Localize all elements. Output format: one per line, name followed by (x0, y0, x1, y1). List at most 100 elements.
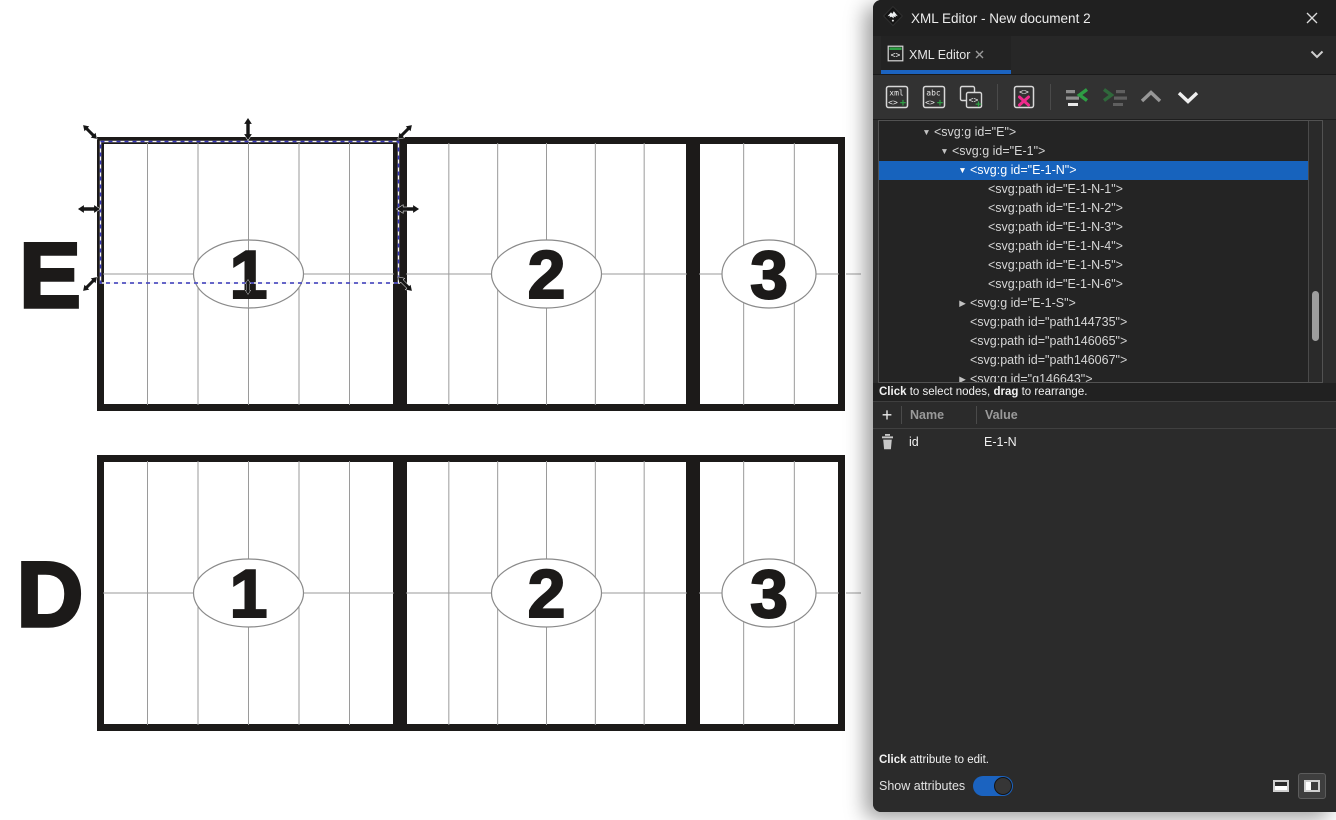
duplicate-node-button[interactable]: <> + (955, 81, 987, 113)
tree-node[interactable]: ▼<svg:g id="E-1"> (879, 142, 1308, 161)
tree-node[interactable]: ▼<svg:g id="E"> (879, 123, 1308, 142)
toolbar-separator (997, 84, 998, 110)
duplicate-node-icon: <> + (957, 83, 985, 111)
row-label[interactable]: E (19, 225, 80, 327)
tree-node-label: <svg:path id="E-1-N-4"> (988, 237, 1123, 256)
svg-text:<>: <> (891, 51, 901, 60)
tree-status: Click to select nodes, drag to rearrange… (873, 383, 1336, 401)
expander-spacer (955, 332, 970, 351)
expander-spacer (973, 218, 988, 237)
section-number[interactable]: 1 (230, 556, 268, 632)
scale-handle-top-left[interactable] (81, 123, 100, 142)
tab-xml-editor[interactable]: <> XML Editor (881, 36, 1011, 74)
svg-text:+: + (900, 98, 906, 110)
tree-status-bold1: Click (879, 386, 907, 398)
tree-node[interactable]: <svg:path id="E-1-N-3"> (879, 218, 1308, 237)
tree-node-label: <svg:path id="path144735"> (970, 313, 1127, 332)
section-number[interactable]: 1 (230, 237, 268, 313)
dialog-titlebar[interactable]: XML Editor - New document 2 (873, 0, 1336, 36)
attributes-header: + Name Value (873, 402, 1336, 429)
expander-spacer (973, 237, 988, 256)
delete-node-icon: <> (1010, 83, 1038, 111)
section-number[interactable]: 2 (528, 237, 566, 313)
tree-node[interactable]: <svg:path id="E-1-N-1"> (879, 180, 1308, 199)
unindent-node-button[interactable] (1061, 81, 1093, 113)
tree-status-text1: to select nodes, (907, 386, 994, 398)
tree-node-label: <svg:path id="E-1-N-6"> (988, 275, 1123, 294)
dialog-bottombar: Show attributes (873, 768, 1336, 812)
tree-node[interactable]: <svg:path id="path146065"> (879, 332, 1308, 351)
expander-closed-icon[interactable]: ▶ (955, 294, 970, 313)
svg-text:<>: <> (1019, 88, 1029, 97)
section-number[interactable]: 3 (750, 556, 788, 632)
indent-node-button[interactable] (1098, 81, 1130, 113)
inkscape-window: 1 2 3 E 1 2 3 D XML Editor - New document 2 (0, 0, 1336, 820)
tree-node[interactable]: ▶<svg:g id="E-1-S"> (879, 294, 1308, 313)
attribute-status: Click attribute to edit. (873, 752, 1336, 768)
attr-status-text: attribute to edit. (907, 754, 989, 766)
new-text-node-button[interactable]: abc <> + (918, 81, 950, 113)
drawing-canvas[interactable]: 1 2 3 E 1 2 3 D (0, 0, 876, 820)
tree-node[interactable]: <svg:path id="E-1-N-4"> (879, 237, 1308, 256)
row-label[interactable]: D (17, 544, 83, 646)
trash-icon (881, 434, 894, 450)
layout-vertical-button[interactable] (1298, 773, 1326, 799)
expander-open-icon[interactable]: ▼ (919, 123, 934, 142)
expander-spacer (955, 351, 970, 370)
tree-node[interactable]: ▼<svg:g id="E-1-N"> (879, 161, 1308, 180)
delete-attribute-button[interactable] (873, 434, 901, 450)
tree-node-label: <svg:g id="E-1-N"> (970, 161, 1077, 180)
layout-horizontal-button[interactable] (1268, 774, 1294, 798)
tab-close-icon[interactable] (975, 48, 984, 62)
xml-code-icon: <> (887, 45, 904, 65)
chevron-down-icon (1175, 86, 1201, 108)
add-attribute-button[interactable]: + (873, 403, 901, 427)
section-number[interactable]: 2 (528, 556, 566, 632)
section-number[interactable]: 3 (750, 237, 788, 313)
expander-open-icon[interactable]: ▼ (955, 161, 970, 180)
svg-text:+: + (937, 98, 943, 110)
row-D-group[interactable]: 1 2 3 D (17, 459, 861, 728)
expander-closed-icon[interactable]: ▶ (955, 370, 970, 382)
scale-handle-left[interactable] (78, 205, 100, 213)
tree-status-bold2: drag (993, 386, 1018, 398)
attribute-row[interactable]: id E-1-N (873, 429, 1336, 454)
expander-spacer (973, 275, 988, 294)
expander-spacer (973, 199, 988, 218)
tree-node-label: <svg:g id="E-1-S"> (970, 294, 1076, 313)
svg-text:+: + (975, 99, 981, 111)
panel-menu-chevron-icon[interactable] (1310, 46, 1324, 64)
delete-node-button[interactable]: <> (1008, 81, 1040, 113)
tree-scrollbar[interactable] (1308, 121, 1322, 382)
attribute-name[interactable]: id (901, 435, 976, 449)
tree-node[interactable]: <svg:path id="path144735"> (879, 313, 1308, 332)
tree-node[interactable]: ▶<svg:g id="g146643"> (879, 370, 1308, 382)
scale-handle-top[interactable] (244, 118, 252, 140)
tree-scrollbar-thumb[interactable] (1312, 291, 1319, 341)
svg-text:<>: <> (888, 98, 898, 107)
expander-spacer (955, 313, 970, 332)
dialog-title: XML Editor - New document 2 (911, 11, 1300, 26)
move-node-down-button[interactable] (1172, 81, 1204, 113)
tree-node-label: <svg:g id="g146643"> (970, 370, 1093, 382)
expander-open-icon[interactable]: ▼ (937, 142, 952, 161)
scale-handle-bottom-left[interactable] (81, 275, 100, 294)
tree-node[interactable]: <svg:path id="E-1-N-2"> (879, 199, 1308, 218)
show-attributes-label: Show attributes (879, 779, 965, 793)
attribute-value[interactable]: E-1-N (976, 435, 1336, 449)
dialog-close-button[interactable] (1300, 6, 1324, 30)
close-icon (1306, 12, 1318, 24)
move-node-up-button[interactable] (1135, 81, 1167, 113)
svg-text:abc: abc (926, 89, 941, 98)
tab-label: XML Editor (909, 48, 970, 62)
tree-node-label: <svg:path id="E-1-N-5"> (988, 256, 1123, 275)
tree-node[interactable]: <svg:path id="path146067"> (879, 351, 1308, 370)
new-text-node-icon: abc <> + (920, 83, 948, 111)
tree-node[interactable]: <svg:path id="E-1-N-5"> (879, 256, 1308, 275)
show-attributes-toggle[interactable] (973, 776, 1013, 796)
row-E-group[interactable]: 1 2 3 E (19, 141, 861, 408)
attr-name-header: Name (902, 408, 976, 422)
tree-node-label: <svg:g id="E"> (934, 123, 1016, 142)
new-element-node-button[interactable]: xml <> + (881, 81, 913, 113)
tree-node[interactable]: <svg:path id="E-1-N-6"> (879, 275, 1308, 294)
